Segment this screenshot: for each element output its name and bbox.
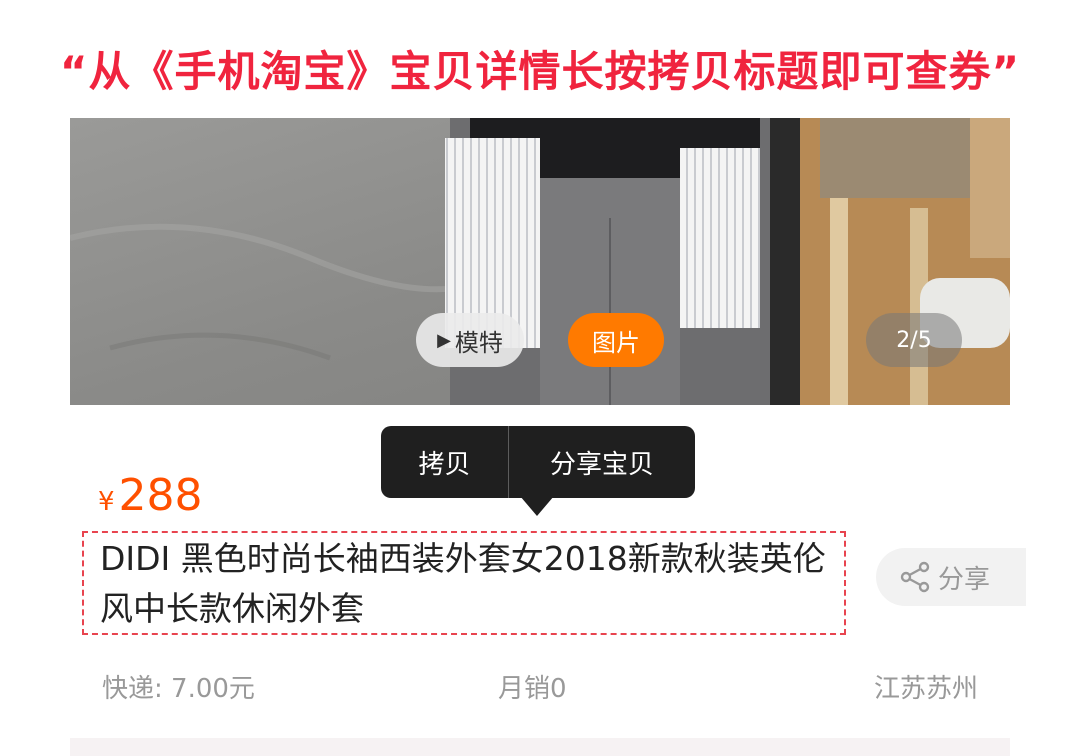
context-menu: 拷贝 分享宝贝: [381, 426, 695, 498]
share-button-label: 分享: [938, 564, 991, 595]
next-section-divider: [70, 738, 1010, 756]
copy-menu-item[interactable]: 拷贝: [381, 426, 509, 498]
copy-menu-label: 拷贝: [418, 449, 471, 480]
image-counter: 2/5: [866, 313, 962, 367]
share-item-menu-label: 分享宝贝: [549, 449, 654, 480]
currency-symbol: ¥: [98, 487, 115, 517]
photos-tab-button[interactable]: 图片: [568, 313, 664, 367]
ship-from-location: 江苏苏州: [873, 674, 978, 704]
share-item-menu-item[interactable]: 分享宝贝: [509, 426, 695, 498]
context-menu-pointer: [520, 496, 554, 516]
photos-tab-label: 图片: [592, 328, 640, 357]
product-page: “从《手机淘宝》宝贝详情长按拷贝标题即可查券” ▶ 模特 图片 2/5 拷贝 分…: [0, 0, 1080, 756]
product-photo[interactable]: [70, 118, 1010, 405]
shipping-fee: 快递: 7.00元: [102, 674, 255, 704]
price-value: 288: [118, 470, 203, 521]
share-button[interactable]: 分享: [876, 548, 1026, 606]
share-icon: [900, 561, 930, 593]
monthly-sales: 月销0: [498, 674, 567, 704]
product-title[interactable]: DIDI 黑色时尚长袖西装外套女2018新款秋装英伦风中长款休闲外套: [100, 534, 840, 634]
product-price: ¥288: [98, 470, 203, 521]
model-video-button[interactable]: ▶ 模特: [416, 313, 524, 367]
model-video-label: 模特: [454, 328, 503, 357]
image-counter-text: 2/5: [896, 327, 932, 353]
product-photo-image: [70, 118, 1010, 405]
instruction-banner: “从《手机淘宝》宝贝详情长按拷贝标题即可查券”: [59, 47, 1021, 96]
play-icon: ▶: [437, 329, 451, 351]
